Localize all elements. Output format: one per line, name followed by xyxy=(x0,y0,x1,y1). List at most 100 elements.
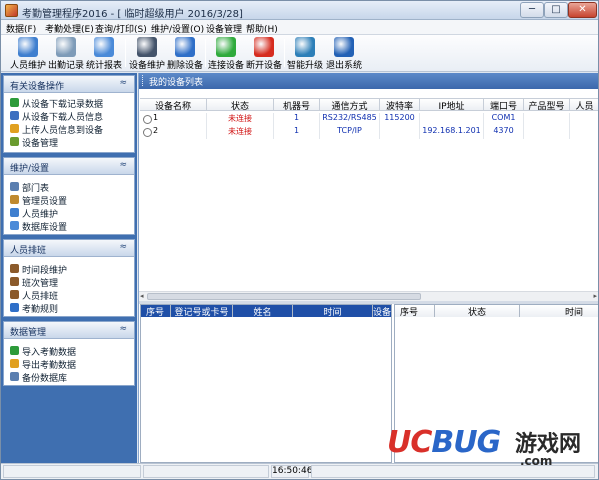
tb-label: 统计报表 xyxy=(85,61,122,71)
sidebar-item-download-users[interactable]: 从设备下载人员信息 xyxy=(10,109,134,123)
sidebar-item-label: 考勤规则 xyxy=(22,305,59,315)
sidebar-item-shift[interactable]: 班次管理 xyxy=(10,275,134,289)
users-icon xyxy=(18,37,38,57)
cell-people xyxy=(570,113,598,126)
column-header[interactable]: 时间 xyxy=(520,305,598,317)
column-header[interactable]: 设备 xyxy=(373,305,391,317)
status-panel xyxy=(3,465,141,478)
table-row[interactable]: 2 未连接 1 TCP/IP 192.168.1.201 4370 xyxy=(140,126,598,139)
collapse-chevron-icon[interactable]: ≈ xyxy=(119,78,127,88)
sidebar-item-rule[interactable]: 考勤规则 xyxy=(10,301,134,315)
report-icon xyxy=(94,37,114,57)
download-icon xyxy=(10,98,19,107)
menu-device-manage[interactable]: 设备管理 xyxy=(206,22,242,35)
column-header[interactable]: 登记号或卡号 xyxy=(171,305,233,317)
collapse-chevron-icon[interactable]: ≈ xyxy=(119,242,127,252)
tb-label: 退出系统 xyxy=(325,61,362,71)
sidebar-item-department[interactable]: 部门表 xyxy=(10,180,134,194)
column-header[interactable]: 状态 xyxy=(207,99,274,111)
scroll-right-arrow-icon[interactable]: ▸ xyxy=(593,292,597,300)
sidebar-item-time-period[interactable]: 时间段维护 xyxy=(10,262,134,276)
tb-label: 智能升级 xyxy=(286,61,323,71)
sidebar-item-person[interactable]: 人员维护 xyxy=(10,206,134,220)
cell-people xyxy=(570,126,598,139)
connect-icon xyxy=(216,37,236,57)
sidebar-item-admin[interactable]: 管理员设置 xyxy=(10,193,134,207)
column-header[interactable]: 时间 xyxy=(293,305,373,317)
sidebar-item-database[interactable]: 数据库设置 xyxy=(10,219,134,233)
column-header[interactable]: 姓名 xyxy=(233,305,293,317)
power-icon xyxy=(334,37,354,57)
scroll-thumb[interactable] xyxy=(147,293,421,300)
department-icon xyxy=(10,182,19,191)
cell-machine-no: 1 xyxy=(274,113,320,126)
collapse-chevron-icon[interactable]: ≈ xyxy=(119,324,127,334)
column-header[interactable]: 端口号 xyxy=(484,99,524,111)
menu-attendance[interactable]: 考勤处理(E) xyxy=(45,22,94,35)
download-user-icon xyxy=(10,111,19,120)
cell-ip xyxy=(420,113,484,126)
column-header[interactable]: 序号 xyxy=(395,305,435,317)
device-manage-icon xyxy=(10,137,19,146)
menu-maintenance[interactable]: 维护/设置(O) xyxy=(151,22,204,35)
column-header[interactable]: 状态 xyxy=(435,305,520,317)
horizontal-scrollbar[interactable]: ◂ ▸ xyxy=(139,291,598,301)
export-icon xyxy=(10,359,19,368)
schedule-icon xyxy=(10,290,19,299)
sidebar-item-label: 备份数据库 xyxy=(22,374,68,384)
toolbar-separator xyxy=(284,39,285,67)
scroll-left-arrow-icon[interactable]: ◂ xyxy=(140,292,144,300)
column-header[interactable]: 机器号 xyxy=(274,99,320,111)
tb-label: 出勤记录 xyxy=(47,61,84,71)
tb-device-maintain-button[interactable]: 设备维护 xyxy=(128,36,166,71)
table-row[interactable]: 1 未连接 1 RS232/RS485 115200 COM1 xyxy=(140,113,598,126)
menu-data[interactable]: 数据(F) xyxy=(6,22,36,35)
cell-port: COM1 xyxy=(484,113,524,126)
section-header[interactable]: 维护/设置 ≈ xyxy=(4,158,134,175)
device-table[interactable]: 设备名称 状态 机器号 通信方式 波特率 IP地址 端口号 产品型号 人员 1 … xyxy=(140,98,598,291)
sidebar-section-maintenance: 维护/设置 ≈ 部门表 管理员设置 人员维护 数据库设置 xyxy=(3,157,135,235)
tb-label: 断开设备 xyxy=(245,61,282,71)
tb-report-button[interactable]: 统计报表 xyxy=(85,36,123,71)
sidebar-item-backup[interactable]: 备份数据库 xyxy=(10,370,134,384)
sidebar: 有关设备操作 ≈ 从设备下载记录数据 从设备下载人员信息 上传人员信息到设备 设… xyxy=(1,73,137,463)
column-header[interactable]: 通信方式 xyxy=(320,99,380,111)
tb-exit-button[interactable]: 退出系统 xyxy=(325,36,363,71)
sidebar-item-download-records[interactable]: 从设备下载记录数据 xyxy=(10,96,134,110)
tb-connect-device-button[interactable]: 连接设备 xyxy=(207,36,245,71)
disconnect-icon xyxy=(254,37,274,57)
records-table[interactable]: 序号 登记号或卡号 姓名 时间 设备 xyxy=(140,304,392,463)
column-header[interactable]: 设备名称 xyxy=(140,99,207,111)
sidebar-item-schedule[interactable]: 人员排班 xyxy=(10,288,134,302)
minimize-button[interactable]: ─ xyxy=(520,2,544,18)
sidebar-item-label: 设备管理 xyxy=(22,139,59,149)
grip-handle[interactable] xyxy=(142,75,145,86)
device-list-title: 我的设备列表 xyxy=(149,78,204,88)
clock-icon xyxy=(56,37,76,57)
sidebar-item-device-manage[interactable]: 设备管理 xyxy=(10,135,134,149)
cell-comm: RS232/RS485 xyxy=(320,113,380,126)
sidebar-item-import[interactable]: 导入考勤数据 xyxy=(10,344,134,358)
column-header[interactable]: 人员 xyxy=(570,99,598,111)
tb-upgrade-button[interactable]: 智能升级 xyxy=(286,36,324,71)
collapse-chevron-icon[interactable]: ≈ xyxy=(119,160,127,170)
column-header[interactable]: 波特率 xyxy=(380,99,420,111)
column-header[interactable]: 序号 xyxy=(141,305,171,317)
section-header[interactable]: 有关设备操作 ≈ xyxy=(4,76,134,93)
column-header[interactable]: 产品型号 xyxy=(524,99,570,111)
tb-person-maintain-button[interactable]: 人员维护 xyxy=(9,36,47,71)
title-bar[interactable]: 考勤管理程序2016 - [ 临时超级用户 2016/3/28] ─ □ ✕ xyxy=(1,1,598,20)
section-header[interactable]: 人员排班 ≈ xyxy=(4,240,134,257)
close-button[interactable]: ✕ xyxy=(568,2,597,18)
sidebar-item-upload-users[interactable]: 上传人员信息到设备 xyxy=(10,122,134,136)
sidebar-item-export[interactable]: 导出考勤数据 xyxy=(10,357,134,371)
tb-disconnect-device-button[interactable]: 断开设备 xyxy=(245,36,283,71)
tb-attendance-record-button[interactable]: 出勤记录 xyxy=(47,36,85,71)
maximize-button[interactable]: □ xyxy=(544,2,568,18)
status-bar: 16:50:46 xyxy=(1,463,598,479)
tb-delete-device-button[interactable]: 删除设备 xyxy=(166,36,204,71)
menu-query-print[interactable]: 查询/打印(S) xyxy=(95,22,147,35)
column-header[interactable]: IP地址 xyxy=(420,99,484,111)
section-header[interactable]: 数据管理 ≈ xyxy=(4,322,134,339)
menu-help[interactable]: 帮助(H) xyxy=(246,22,278,35)
